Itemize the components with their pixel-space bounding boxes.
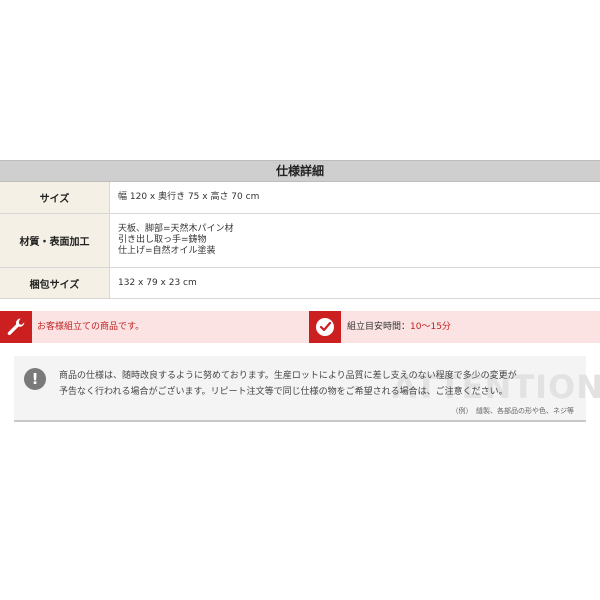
spec-row-package-size: 梱包サイズ 132 x 79 x 23 cm — [0, 268, 600, 299]
spec-value-line: 132 x 79 x 23 cm — [118, 277, 197, 288]
clock-icon — [309, 311, 341, 343]
caution-line: 予告なく行われる場合がございます。リピート注文等で同じ仕様の物をご希望される場合… — [59, 387, 508, 397]
spec-value-line: 天板、脚部=天然木パイン材 — [118, 224, 234, 234]
spec-label-size: サイズ — [0, 182, 110, 213]
assembly-time: 組立目安時間：10〜15分 — [347, 311, 451, 343]
spec-value-line: 引き出し取っ手=鋳物 — [118, 235, 207, 245]
spec-value-line: 仕上げ=自然オイル塗装 — [118, 246, 216, 256]
wrench-icon — [0, 311, 32, 343]
assembly-notice-bar: お客様組立ての商品です。 組立目安時間：10〜15分 — [0, 311, 600, 343]
spec-value-line: 幅 120 x 奥行き 75 x 高さ 70 cm — [118, 192, 260, 202]
spec-table: サイズ 幅 120 x 奥行き 75 x 高さ 70 cm 材質・表面加工 天板… — [0, 182, 600, 299]
caution-text: 商品の仕様は、随時改良するように努めております。生産ロットにより品質に差し支えの… — [59, 368, 574, 400]
spec-value-material: 天板、脚部=天然木パイン材 引き出し取っ手=鋳物 仕上げ=自然オイル塗装 — [110, 214, 600, 267]
assembly-notice-text: お客様組立ての商品です。 — [37, 322, 145, 332]
caution-example-note: （例） 縫製、各部品の形や色、ネジ等 — [451, 407, 575, 415]
spec-title: 仕様詳細 — [0, 160, 600, 182]
caution-box: ATTENTION ! 商品の仕様は、随時改良するように努めております。生産ロッ… — [14, 356, 600, 422]
exclamation-icon: ! — [24, 368, 46, 390]
spec-row-material: 材質・表面加工 天板、脚部=天然木パイン材 引き出し取っ手=鋳物 仕上げ=自然オ… — [0, 214, 600, 268]
assembly-time-label: 組立目安時間： — [347, 322, 411, 332]
assembly-time-value: 10〜15分 — [410, 322, 451, 332]
spec-value-size: 幅 120 x 奥行き 75 x 高さ 70 cm — [110, 182, 600, 213]
spec-label-material: 材質・表面加工 — [0, 214, 110, 267]
caution-line: 商品の仕様は、随時改良するように努めております。生産ロットにより品質に差し支えの… — [59, 371, 517, 381]
spec-label-package-size: 梱包サイズ — [0, 268, 110, 298]
spec-row-size: サイズ 幅 120 x 奥行き 75 x 高さ 70 cm — [0, 182, 600, 214]
spec-value-package-size: 132 x 79 x 23 cm — [110, 268, 600, 298]
